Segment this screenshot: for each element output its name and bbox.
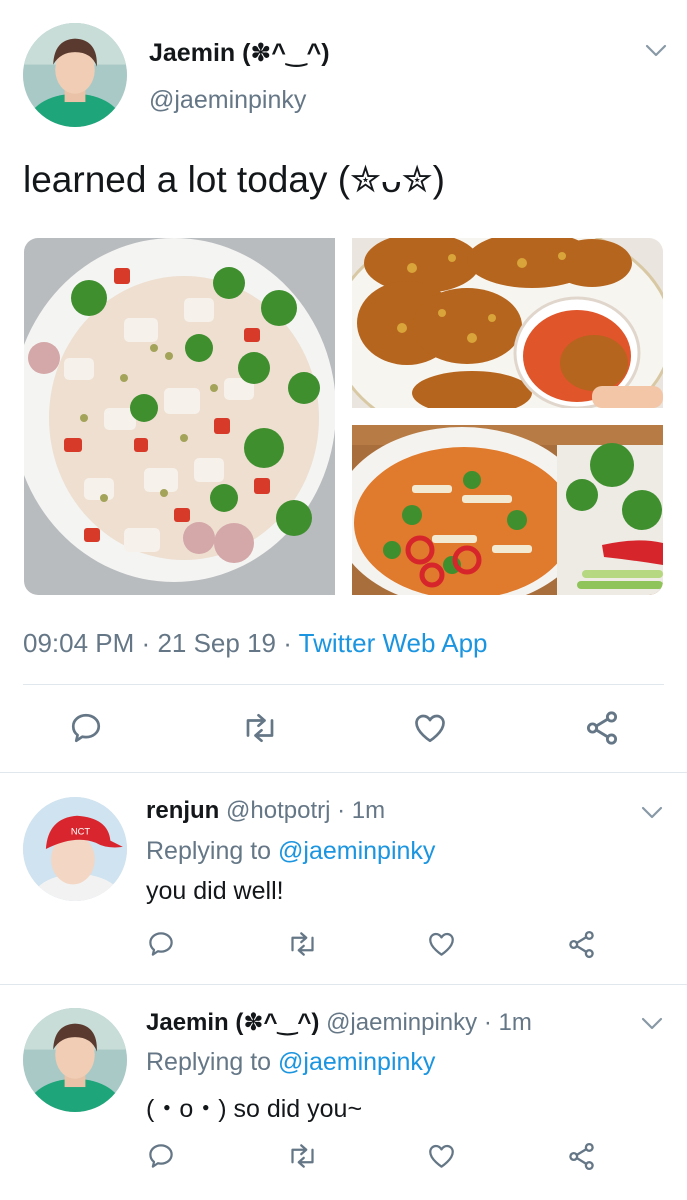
reply-age: 1m [351, 797, 386, 824]
divider [0, 984, 687, 985]
replying-to: Replying to @jaeminpinky [146, 1048, 435, 1077]
photo-corn-fritters[interactable] [352, 238, 663, 408]
tweet-meta: 09:04 PM · 21 Sep 19 · Twitter Web App [23, 628, 488, 659]
replying-prefix: Replying to [146, 837, 272, 865]
reply-handle[interactable]: @hotpotrj [226, 797, 330, 824]
photo-ceviche[interactable] [24, 238, 335, 595]
share-icon[interactable] [566, 928, 597, 961]
reply-display-name[interactable]: Jaemin (✽^‿^) [146, 1009, 319, 1036]
chevron-down-icon[interactable] [645, 44, 667, 58]
retweet-icon[interactable] [240, 710, 280, 746]
avatar-jaemin[interactable] [23, 23, 127, 127]
photo-soup[interactable] [352, 425, 663, 595]
like-icon[interactable] [426, 929, 457, 959]
retweet-icon[interactable] [286, 1141, 319, 1171]
like-icon[interactable] [411, 710, 449, 746]
reply-display-name[interactable]: renjun [146, 797, 219, 824]
avatar-renjun[interactable]: NCT [23, 797, 127, 901]
replying-to-link[interactable]: @jaeminpinky [278, 837, 435, 865]
share-icon[interactable] [583, 708, 621, 748]
meta-separator: · [283, 628, 292, 658]
reply-text: (・o・) so did you~ [146, 1095, 363, 1123]
reply-age: 1m [498, 1009, 532, 1036]
meta-separator: · [337, 797, 346, 824]
divider [0, 772, 687, 773]
reply-handle[interactable]: @jaeminpinky [326, 1009, 477, 1036]
chevron-down-icon[interactable] [641, 806, 663, 820]
chevron-down-icon[interactable] [641, 1017, 663, 1031]
divider [23, 684, 664, 685]
reply-icon[interactable] [146, 929, 176, 959]
share-icon[interactable] [566, 1140, 597, 1173]
meta-separator: · [483, 1009, 492, 1036]
avatar-jaemin[interactable] [23, 1008, 127, 1112]
replying-to: Replying to @jaeminpinky [146, 837, 435, 866]
author-handle[interactable]: @jaeminpinky [149, 86, 306, 115]
replying-prefix: Replying to [146, 1048, 272, 1076]
reply-icon[interactable] [146, 1141, 176, 1171]
reply-text: you did well! [146, 877, 284, 905]
tweet-date: 21 Sep 19 [157, 628, 276, 658]
reply-icon[interactable] [68, 710, 104, 746]
replying-to-link[interactable]: @jaeminpinky [278, 1048, 435, 1076]
meta-separator: · [141, 628, 151, 658]
reply-header: renjun @hotpotrj · 1m [146, 797, 385, 825]
tweet-text: learned a lot today (✮ᴗ✮) [23, 159, 445, 200]
author-display-name[interactable]: Jaemin (✽^‿^) [149, 38, 330, 68]
tweet-source-link[interactable]: Twitter Web App [299, 628, 488, 658]
tweet-time: 09:04 PM [23, 628, 135, 658]
svg-text:NCT: NCT [71, 826, 90, 836]
reply-header: Jaemin (✽^‿^) @jaeminpinky · 1m [146, 1008, 532, 1037]
like-icon[interactable] [426, 1141, 457, 1171]
retweet-icon[interactable] [286, 929, 319, 959]
